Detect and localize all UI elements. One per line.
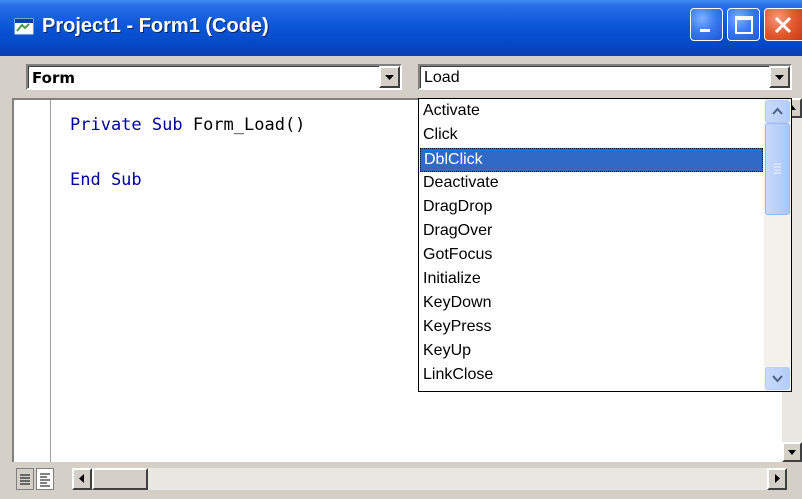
form-icon xyxy=(14,18,34,35)
maximize-button[interactable] xyxy=(727,8,760,41)
list-item[interactable]: DragOver xyxy=(420,220,763,244)
close-icon xyxy=(774,16,792,34)
list-vertical-scrollbar[interactable] xyxy=(764,99,791,391)
window-title: Project1 - Form1 (Code) xyxy=(42,15,269,37)
list-item[interactable]: KeyUp xyxy=(420,340,763,364)
scroll-right-button[interactable] xyxy=(767,468,787,490)
list-item[interactable]: GotFocus xyxy=(420,244,763,268)
code-text: Form_Load() xyxy=(182,115,306,135)
list-item[interactable]: Click xyxy=(420,124,763,148)
code-line[interactable]: End Sub xyxy=(70,170,142,190)
code-line[interactable]: Private Sub Form_Load() xyxy=(70,115,305,135)
scroll-left-button[interactable] xyxy=(72,468,92,490)
scroll-left-icon xyxy=(79,474,84,483)
title-bar[interactable]: Project1 - Form1 (Code) xyxy=(0,0,802,56)
procedure-combo[interactable]: Load xyxy=(418,64,792,90)
procedure-dropdown-list[interactable]: Activate Click DblClick Deactivate DragD… xyxy=(418,98,792,392)
grip-icon xyxy=(774,163,781,174)
minimize-button[interactable] xyxy=(690,8,723,41)
list-item[interactable]: Deactivate xyxy=(420,172,763,196)
procedure-combo-value: Load xyxy=(424,69,460,86)
procedure-view-button[interactable] xyxy=(16,468,34,490)
list-scroll-down-button[interactable] xyxy=(765,367,790,390)
object-combo-value: Form xyxy=(32,69,75,87)
list-item[interactable]: LinkClose xyxy=(420,364,763,388)
scroll-up-icon xyxy=(772,107,783,115)
scroll-right-icon xyxy=(775,474,780,483)
list-item[interactable]: KeyDown xyxy=(420,292,763,316)
horizontal-scroll-thumb[interactable] xyxy=(92,468,148,490)
full-module-view-icon xyxy=(40,473,50,487)
chevron-down-icon xyxy=(385,75,394,80)
scroll-down-button[interactable] xyxy=(782,442,802,462)
scroll-down-icon xyxy=(788,450,796,455)
object-combo[interactable]: Form xyxy=(26,64,402,90)
chevron-down-icon xyxy=(775,75,784,80)
full-module-view-button[interactable] xyxy=(36,468,54,490)
list-item-selected[interactable]: DblClick xyxy=(420,148,763,172)
close-button[interactable] xyxy=(764,8,802,41)
code-keyword: Private Sub xyxy=(70,115,183,135)
scroll-down-icon xyxy=(772,375,783,383)
bottom-bar xyxy=(12,462,802,499)
code-keyword: End Sub xyxy=(70,170,142,190)
list-item[interactable]: Activate xyxy=(420,100,763,124)
procedure-view-icon xyxy=(20,474,30,485)
maximize-icon xyxy=(735,16,753,34)
code-horizontal-scrollbar[interactable] xyxy=(72,468,787,490)
list-item[interactable]: KeyPress xyxy=(420,316,763,340)
procedure-combo-dropdown-button[interactable] xyxy=(769,66,790,88)
object-combo-dropdown-button[interactable] xyxy=(379,66,400,88)
margin-indicator-bar[interactable] xyxy=(14,100,51,464)
list-scroll-thumb[interactable] xyxy=(765,123,790,215)
minimize-icon xyxy=(700,29,710,32)
list-scroll-up-button[interactable] xyxy=(765,100,790,123)
list-item[interactable]: Initialize xyxy=(420,268,763,292)
list-item[interactable]: DragDrop xyxy=(420,196,763,220)
